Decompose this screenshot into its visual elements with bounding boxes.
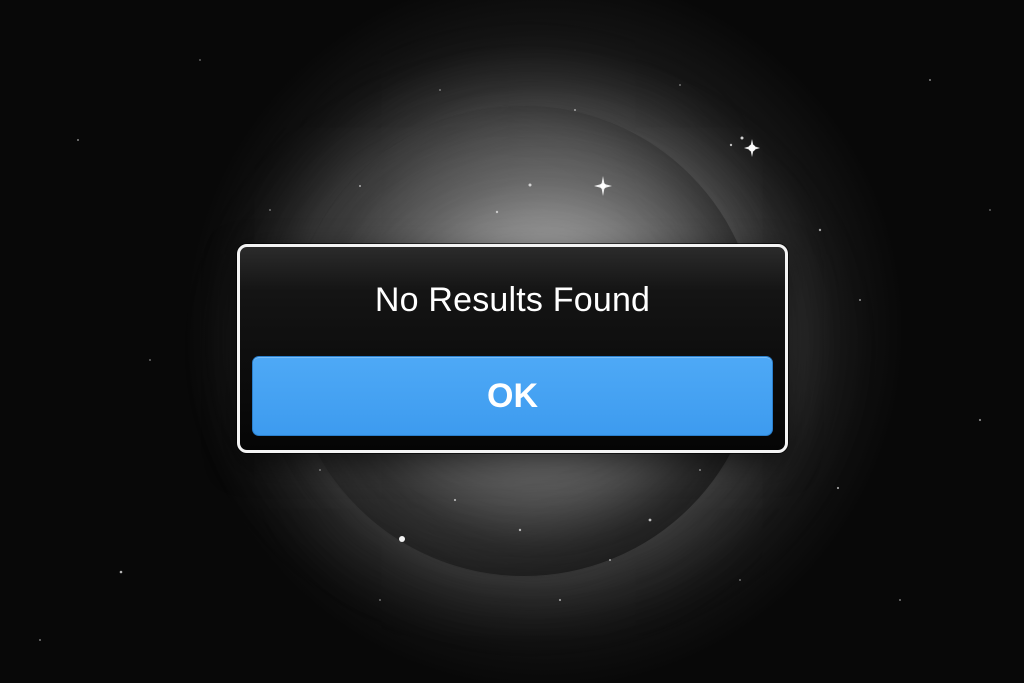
- alert-dialog: No Results Found OK: [237, 244, 788, 453]
- space-background: No Results Found OK: [0, 0, 1024, 683]
- ok-button[interactable]: OK: [252, 356, 773, 436]
- alert-title: No Results Found: [374, 281, 651, 319]
- ok-button-label: OK: [487, 376, 538, 415]
